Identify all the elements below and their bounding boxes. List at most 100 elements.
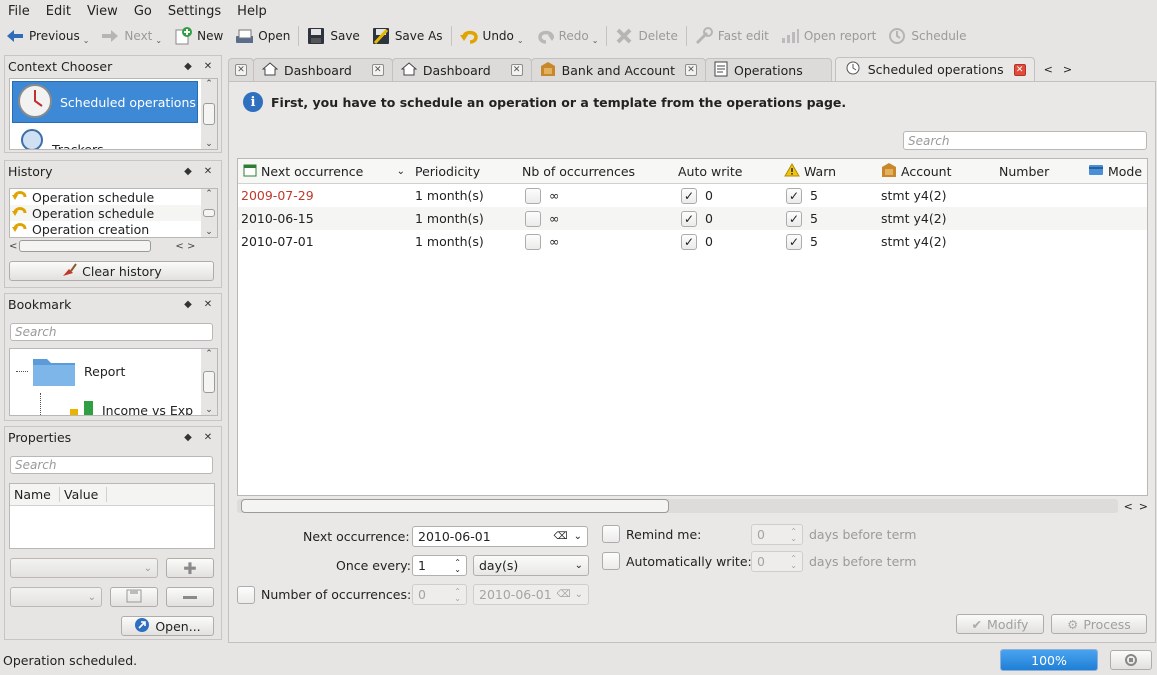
next-button[interactable]: Next ⌄ bbox=[95, 23, 168, 49]
nb-occurrences-checkbox[interactable] bbox=[525, 210, 541, 227]
modify-button[interactable]: ✔ Modify bbox=[956, 614, 1044, 634]
tab-dashboard-1[interactable]: Dashboard ✕ bbox=[253, 58, 393, 81]
column-header-nb-occurrences[interactable]: Nb of occurrences bbox=[522, 159, 635, 183]
close-icon[interactable]: ✕ bbox=[198, 432, 218, 443]
tab-close-all[interactable]: ✕ bbox=[228, 58, 254, 81]
chevron-down-icon[interactable]: ⌄ bbox=[83, 36, 90, 45]
fast-edit-button[interactable]: Fast edit bbox=[689, 23, 775, 49]
horizontal-scrollbar[interactable]: < < > bbox=[9, 239, 218, 253]
clear-history-button[interactable]: Clear history bbox=[9, 261, 214, 281]
table-row[interactable]: 2010-07-01 1 month(s) ∞ ✓ 0 ✓ 5 stmt y4(2) bbox=[238, 230, 1147, 253]
menu-edit[interactable]: Edit bbox=[38, 4, 79, 19]
column-header-value[interactable]: Value bbox=[60, 487, 107, 502]
close-icon[interactable]: ✕ bbox=[371, 64, 384, 76]
float-icon[interactable]: ◆ bbox=[178, 299, 198, 310]
auto-write-checkbox[interactable]: ✓ bbox=[681, 210, 697, 227]
once-every-spinbox[interactable]: 1 ⌃ ⌄ bbox=[412, 555, 467, 576]
tree-item-income-vs-exp[interactable]: Income vs Exp bbox=[70, 399, 193, 415]
column-header-periodicity[interactable]: Periodicity bbox=[415, 159, 480, 183]
tab-operations[interactable]: Operations bbox=[705, 58, 832, 81]
table-row[interactable]: 2009-07-29 1 month(s) ∞ ✓ 0 ✓ 5 stmt y4(2) bbox=[238, 184, 1147, 207]
column-header-number[interactable]: Number bbox=[999, 159, 1049, 183]
save-property-button[interactable] bbox=[110, 587, 158, 607]
period-unit-select[interactable]: day(s) ⌄ bbox=[473, 555, 589, 576]
float-icon[interactable]: ◆ bbox=[178, 432, 198, 443]
property-value-combo[interactable]: ⌄ bbox=[10, 587, 102, 607]
close-icon[interactable]: ✕ bbox=[1013, 63, 1026, 76]
table-horizontal-scrollbar[interactable]: < > bbox=[237, 498, 1148, 514]
column-header-account[interactable]: Account bbox=[881, 159, 951, 183]
chevron-down-icon[interactable]: ⌄ bbox=[592, 36, 599, 45]
chevron-left-icon[interactable]: < bbox=[1044, 63, 1053, 76]
auto-write-checkbox[interactable]: ✓ bbox=[681, 187, 697, 204]
column-header-next-occurrence[interactable]: Next occurrence ⌄ bbox=[243, 159, 409, 183]
column-header-warn[interactable]: Warn bbox=[784, 159, 836, 183]
nb-occurrences-checkbox[interactable] bbox=[525, 233, 541, 250]
menu-view[interactable]: View bbox=[79, 4, 126, 19]
save-button[interactable]: Save bbox=[301, 23, 365, 49]
properties-search-input[interactable]: Search bbox=[10, 456, 213, 474]
stop-button[interactable] bbox=[1110, 650, 1152, 670]
next-occurrence-date-field[interactable]: 2010-06-01 ⌫ ⌄ bbox=[412, 526, 588, 547]
close-icon[interactable]: ✕ bbox=[510, 64, 523, 76]
column-header-name[interactable]: Name bbox=[10, 487, 60, 502]
last-occurrence-date-field[interactable]: 2010-06-01 ⌫ ⌄ bbox=[473, 584, 589, 605]
remind-me-checkbox[interactable] bbox=[602, 525, 620, 543]
close-icon[interactable]: ✕ bbox=[685, 64, 697, 76]
tab-scheduled-operations[interactable]: Scheduled operations ✕ bbox=[834, 57, 1035, 81]
chevron-down-icon[interactable]: ⌄ bbox=[517, 36, 524, 45]
menu-file[interactable]: File bbox=[0, 4, 38, 19]
schedule-button[interactable]: Schedule bbox=[882, 23, 972, 49]
close-icon[interactable]: ✕ bbox=[198, 61, 218, 72]
open-button[interactable]: Open bbox=[229, 23, 296, 49]
process-button[interactable]: ⚙ Process bbox=[1051, 614, 1147, 634]
scroll-thumb[interactable] bbox=[241, 499, 669, 513]
chevron-down-icon[interactable]: ⌄ bbox=[155, 36, 162, 45]
warn-checkbox[interactable]: ✓ bbox=[786, 233, 802, 250]
save-as-button[interactable]: Save As bbox=[366, 23, 449, 49]
open-property-button[interactable]: Open... bbox=[121, 616, 214, 636]
tab-bank-and-account[interactable]: Bank and Account ✕ bbox=[530, 58, 706, 81]
tab-dashboard-2[interactable]: Dashboard ✕ bbox=[391, 58, 532, 81]
chevron-right-icon[interactable]: > bbox=[1063, 63, 1072, 76]
remove-property-button[interactable] bbox=[166, 587, 214, 607]
open-report-button[interactable]: Open report bbox=[775, 23, 883, 49]
tab-scroll-arrows[interactable]: < > bbox=[1034, 63, 1072, 81]
chevron-down-icon[interactable]: ⌄ bbox=[574, 531, 582, 542]
tree-item-report[interactable]: Report bbox=[32, 353, 125, 390]
float-icon[interactable]: ◆ bbox=[178, 166, 198, 177]
menu-settings[interactable]: Settings bbox=[160, 4, 229, 19]
number-of-occurrences-spinbox[interactable]: 0 ⌃ ⌄ bbox=[412, 584, 467, 605]
vertical-scrollbar[interactable]: ⌃ ⌄ bbox=[201, 79, 217, 149]
close-icon[interactable]: ✕ bbox=[198, 299, 218, 310]
menu-go[interactable]: Go bbox=[126, 4, 160, 19]
auto-write-checkbox[interactable]: ✓ bbox=[681, 233, 697, 250]
list-item[interactable]: Operation creation bbox=[10, 221, 217, 237]
column-header-mode[interactable]: Mode bbox=[1088, 159, 1142, 183]
close-icon[interactable]: ✕ bbox=[198, 166, 218, 177]
context-item-trackers[interactable]: Trackers bbox=[12, 125, 198, 149]
auto-write-days-spinbox[interactable]: 0 ⌃ ⌄ bbox=[751, 551, 803, 572]
table-row[interactable]: 2010-06-15 1 month(s) ∞ ✓ 0 ✓ 5 stmt y4(2) bbox=[238, 207, 1147, 230]
vertical-scrollbar[interactable]: ⌃ ⌄ bbox=[201, 349, 217, 415]
add-property-button[interactable]: ✚ bbox=[166, 558, 214, 578]
close-icon[interactable]: ✕ bbox=[235, 64, 247, 76]
clear-text-icon[interactable]: ⌫ bbox=[553, 531, 567, 542]
warn-checkbox[interactable]: ✓ bbox=[786, 210, 802, 227]
chevron-right-icon[interactable]: > bbox=[1139, 500, 1148, 513]
warn-checkbox[interactable]: ✓ bbox=[786, 187, 802, 204]
auto-write-checkbox[interactable] bbox=[602, 552, 620, 570]
property-name-combo[interactable]: ⌄ bbox=[10, 558, 158, 578]
bookmark-search-input[interactable]: Search bbox=[10, 323, 213, 341]
spin-arrows-icon[interactable]: ⌃ ⌄ bbox=[454, 558, 461, 573]
column-header-auto-write[interactable]: Auto write bbox=[678, 159, 742, 183]
float-icon[interactable]: ◆ bbox=[178, 61, 198, 72]
new-button[interactable]: New bbox=[168, 23, 229, 49]
context-item-scheduled-operations[interactable]: Scheduled operations bbox=[12, 81, 198, 123]
remind-days-spinbox[interactable]: 0 ⌃ ⌄ bbox=[751, 524, 803, 545]
chevron-left-icon[interactable]: < bbox=[1124, 500, 1133, 513]
undo-button[interactable]: Undo ⌄ bbox=[454, 23, 530, 49]
list-item[interactable]: Operation schedule bbox=[10, 189, 217, 205]
menu-help[interactable]: Help bbox=[229, 4, 275, 19]
redo-button[interactable]: Redo ⌄ bbox=[530, 23, 605, 49]
